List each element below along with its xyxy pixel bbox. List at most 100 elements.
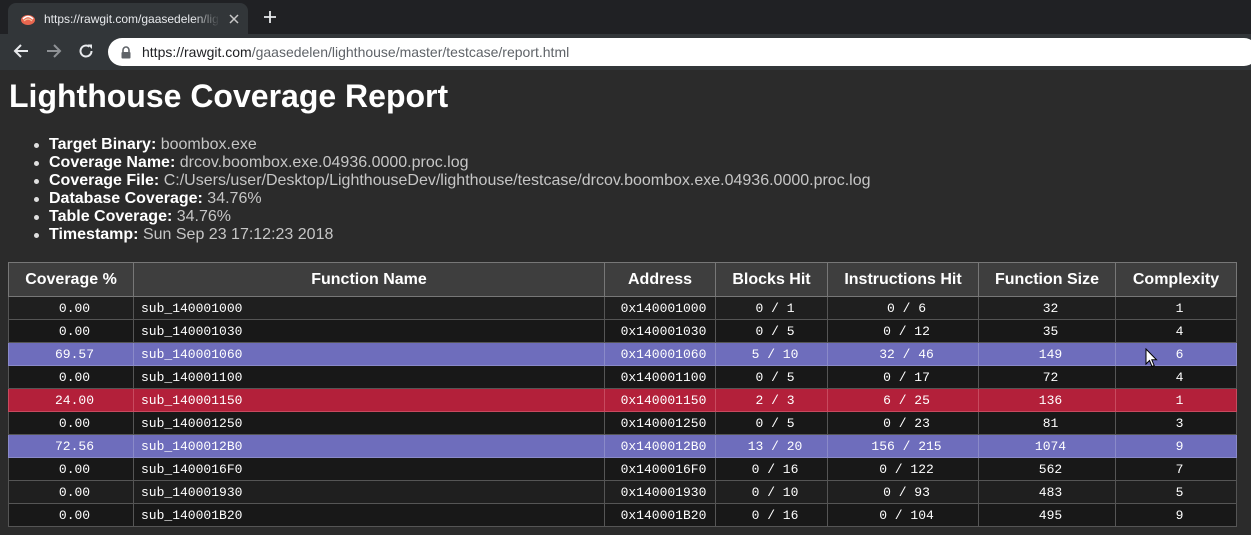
cell-instructions-hit: 156 / 215 — [827, 434, 979, 458]
cell-function-name: sub_140001250 — [133, 411, 605, 435]
cell-function-name: sub_140001000 — [133, 296, 605, 320]
arrow-right-icon — [46, 43, 62, 64]
cell-blocks-hit: 0 / 5 — [715, 319, 828, 343]
cell-function-size: 136 — [978, 388, 1116, 412]
reload-button[interactable] — [74, 41, 98, 65]
cell-coverage: 0.00 — [8, 503, 134, 527]
table-row[interactable]: 0.00 sub_140001000 0x140001000 0 / 10 / 6 32… — [8, 296, 1237, 320]
report-page: Lighthouse Coverage Report Target Binary… — [0, 70, 1251, 535]
cell-complexity: 1 — [1115, 296, 1237, 320]
table-row[interactable]: 69.57 sub_140001060 0x140001060 5 / 10 32 / … — [8, 342, 1237, 366]
cell-instructions-hit: 6 / 25 — [827, 388, 979, 412]
cell-address: 0x140001B20 — [604, 503, 716, 527]
address-bar[interactable]: https://rawgit.com/gaasedelen/lighthouse… — [108, 38, 1251, 66]
cell-function-name: sub_140001B20 — [133, 503, 605, 527]
cell-coverage: 0.00 — [8, 365, 134, 389]
cell-complexity: 9 — [1115, 503, 1237, 527]
meta-timestamp: Timestamp: Sun Sep 23 17:12:23 2018 — [34, 226, 871, 244]
cell-instructions-hit: 0 / 122 — [827, 457, 979, 481]
cell-function-size: 562 — [978, 457, 1116, 481]
table-row[interactable]: 0.00 sub_140001030 0x140001030 0 / 50 / 12 3… — [8, 319, 1237, 343]
cell-address: 0x140001030 — [604, 319, 716, 343]
meta-coverage-file: Coverage File: C:/Users/user/Desktop/Lig… — [34, 172, 871, 189]
cell-function-size: 483 — [978, 480, 1116, 504]
cell-blocks-hit: 5 / 10 — [715, 342, 828, 366]
cell-instructions-hit: 0 / 17 — [827, 365, 979, 389]
column-header-complexity[interactable]: Complexity — [1115, 262, 1237, 297]
rawgit-favicon-icon — [20, 11, 36, 27]
column-header-instructions-hit[interactable]: Instructions Hit — [827, 262, 979, 297]
new-tab-button[interactable] — [258, 7, 282, 31]
url-host: https://rawgit.com — [142, 44, 252, 60]
url-path: /gaasedelen/lighthouse/master/testcase/r… — [251, 44, 570, 60]
back-button[interactable] — [9, 41, 33, 65]
cell-blocks-hit: 0 / 16 — [715, 457, 828, 481]
cell-complexity: 1 — [1115, 388, 1237, 412]
cell-coverage: 0.00 — [8, 457, 134, 481]
lock-icon — [119, 45, 133, 59]
cell-function-size: 32 — [978, 296, 1116, 320]
cell-function-size: 495 — [978, 503, 1116, 527]
cell-blocks-hit: 0 / 10 — [715, 480, 828, 504]
cell-address: 0x140001250 — [604, 411, 716, 435]
browser-tab[interactable]: https://rawgit.com/gaasedelen/lighthouse… — [8, 3, 248, 34]
url-text: https://rawgit.com/gaasedelen/lighthouse… — [142, 44, 569, 60]
cell-complexity: 9 — [1115, 434, 1237, 458]
cell-coverage: 69.57 — [8, 342, 134, 366]
cell-instructions-hit: 0 / 104 — [827, 503, 979, 527]
coverage-table-body: 0.00 sub_140001000 0x140001000 0 / 10 / 6 32… — [8, 296, 1237, 527]
table-row[interactable]: 0.00 sub_140001250 0x140001250 0 / 50 / 23 8… — [8, 411, 1237, 435]
cell-blocks-hit: 0 / 16 — [715, 503, 828, 527]
cell-function-size: 35 — [978, 319, 1116, 343]
cell-coverage: 0.00 — [8, 319, 134, 343]
table-row[interactable]: 72.56 sub_1400012B0 0x1400012B0 13 / 20 156 … — [8, 434, 1237, 458]
browser-tab-strip: https://rawgit.com/gaasedelen/lighthouse… — [0, 0, 1251, 34]
tab-title: https://rawgit.com/gaasedelen/lighthouse… — [44, 11, 220, 26]
table-row[interactable]: 0.00 sub_140001B20 0x140001B20 0 / 16 0 / 10… — [8, 503, 1237, 527]
column-header-blocks-hit[interactable]: Blocks Hit — [715, 262, 828, 297]
cell-function-size: 72 — [978, 365, 1116, 389]
cell-function-name: sub_1400012B0 — [133, 434, 605, 458]
column-header-function-size[interactable]: Function Size — [978, 262, 1116, 297]
cell-address: 0x1400012B0 — [604, 434, 716, 458]
cell-instructions-hit: 32 / 46 — [827, 342, 979, 366]
cell-address: 0x140001930 — [604, 480, 716, 504]
table-row[interactable]: 24.00 sub_140001150 0x140001150 2 / 36 / 25… — [8, 388, 1237, 412]
table-row[interactable]: 0.00 sub_1400016F0 0x1400016F0 0 / 16 0 / 12… — [8, 457, 1237, 481]
column-header-address[interactable]: Address — [604, 262, 716, 297]
cell-function-size: 149 — [978, 342, 1116, 366]
cell-address: 0x140001100 — [604, 365, 716, 389]
cell-coverage: 24.00 — [8, 388, 134, 412]
cell-instructions-hit: 0 / 93 — [827, 480, 979, 504]
arrow-left-icon — [13, 43, 29, 64]
cell-coverage: 0.00 — [8, 480, 134, 504]
meta-target-binary: Target Binary: boombox.exe — [34, 136, 871, 154]
cell-function-name: sub_1400016F0 — [133, 457, 605, 481]
cell-function-name: sub_140001100 — [133, 365, 605, 389]
close-icon[interactable] — [226, 11, 242, 27]
table-row[interactable]: 0.00 sub_140001100 0x140001100 0 / 50 / 17 7… — [8, 365, 1237, 389]
cell-coverage: 0.00 — [8, 411, 134, 435]
cell-address: 0x140001060 — [604, 342, 716, 366]
cell-blocks-hit: 2 / 3 — [715, 388, 828, 412]
column-header-function-name[interactable]: Function Name — [133, 262, 605, 297]
cell-complexity: 6 — [1115, 342, 1237, 366]
cell-blocks-hit: 0 / 5 — [715, 411, 828, 435]
report-metadata-list: Target Binary: boombox.exe Coverage Name… — [34, 136, 871, 244]
cell-blocks-hit: 13 / 20 — [715, 434, 828, 458]
reload-icon — [78, 43, 94, 64]
cell-function-name: sub_140001060 — [133, 342, 605, 366]
meta-database-coverage: Database Coverage: 34.76% — [34, 190, 871, 208]
cell-instructions-hit: 0 / 12 — [827, 319, 979, 343]
table-row[interactable]: 0.00 sub_140001930 0x140001930 0 / 10 0 / 93… — [8, 480, 1237, 504]
cell-complexity: 4 — [1115, 365, 1237, 389]
cell-coverage: 0.00 — [8, 296, 134, 320]
page-title: Lighthouse Coverage Report — [9, 78, 449, 114]
cell-address: 0x140001000 — [604, 296, 716, 320]
cell-function-name: sub_140001930 — [133, 480, 605, 504]
meta-table-coverage: Table Coverage: 34.76% — [34, 208, 871, 226]
coverage-table: Coverage % Function Name Address Blocks … — [8, 262, 1237, 527]
forward-button[interactable] — [42, 41, 66, 65]
cell-address: 0x1400016F0 — [604, 457, 716, 481]
column-header-coverage[interactable]: Coverage % — [8, 262, 134, 297]
